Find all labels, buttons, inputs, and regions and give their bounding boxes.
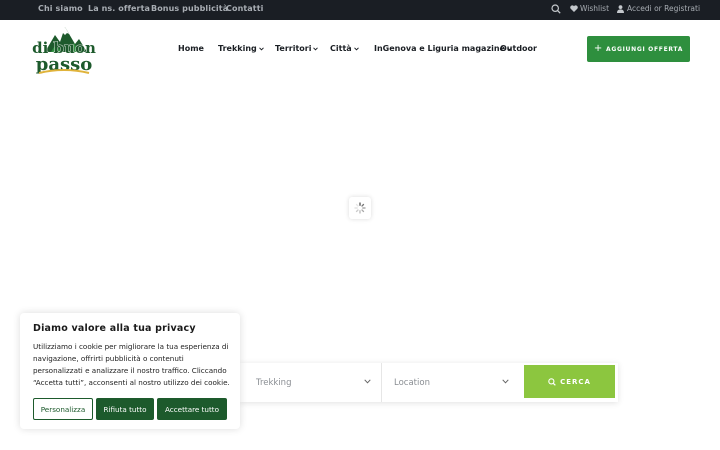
topbar-link-bonus[interactable]: Bonus pubblicità [151, 4, 228, 13]
nav-item-territori[interactable]: Territori [275, 44, 319, 53]
user-icon [617, 4, 624, 13]
category-select[interactable]: Trekking [256, 363, 381, 402]
chevron-down-icon [502, 379, 509, 384]
field-divider [381, 363, 382, 402]
topbar-link-contatti[interactable]: Contatti [226, 4, 263, 13]
cookie-title: Diamo valore alla tua privacy [33, 323, 196, 334]
wishlist-link[interactable]: Wishlist [570, 4, 609, 13]
account-label: Accedi or Registrati [627, 4, 701, 13]
nav-label: Città [330, 44, 352, 53]
nav-label: Outdoor [500, 44, 537, 53]
nav-label: Home [178, 44, 204, 53]
spinner-icon [354, 202, 366, 214]
cookie-consent-banner: Diamo valore alla tua privacy Utilizziam… [20, 313, 240, 429]
nav-item-outdoor[interactable]: Outdoor [500, 44, 537, 53]
location-placeholder: Location [394, 377, 430, 388]
search-submit-label: CERCA [560, 377, 591, 386]
chevron-down-icon [313, 47, 319, 51]
add-offer-button[interactable]: + AGGIUNGI OFFERTA [587, 36, 690, 62]
account-link[interactable]: Accedi or Registrati [617, 4, 700, 13]
plus-icon: + [593, 43, 603, 54]
cookie-accept-button[interactable]: Accettare tutto [157, 398, 227, 420]
nav-item-citta[interactable]: Città [330, 44, 359, 53]
chevron-down-icon [353, 47, 359, 51]
category-value: Trekking [256, 377, 292, 388]
site-logo[interactable]: di buon passo [31, 22, 97, 76]
search-icon [548, 377, 556, 386]
topbar-link-offerta[interactable]: La ns. offerta [88, 4, 150, 13]
topbar-link-chi-siamo[interactable]: Chi siamo [38, 4, 83, 13]
cookie-customize-button[interactable]: Personalizza [33, 398, 93, 420]
loading-spinner [349, 197, 371, 219]
nav-item-trekking[interactable]: Trekking [218, 44, 264, 53]
wishlist-label: Wishlist [580, 4, 610, 13]
search-icon[interactable] [551, 4, 561, 14]
chevron-down-icon [364, 379, 371, 384]
search-submit-button[interactable]: CERCA [524, 365, 615, 398]
add-offer-label: AGGIUNGI OFFERTA [606, 45, 684, 53]
location-select[interactable]: Location [394, 363, 519, 402]
nav-label: Territori [275, 44, 312, 53]
heart-icon [570, 5, 578, 12]
nav-item-home[interactable]: Home [178, 44, 204, 53]
nav-label: Trekking [218, 44, 257, 53]
chevron-down-icon [258, 47, 264, 51]
cookie-reject-button[interactable]: Rifiuta tutto [96, 398, 154, 420]
cookie-text: Utilizziamo i cookie per migliorare la t… [33, 342, 230, 388]
nav-item-magazine[interactable]: InGenova e Liguria magazine [374, 44, 512, 53]
top-bar: Chi siamo La ns. offerta Bonus pubblicit… [0, 0, 720, 20]
nav-label: InGenova e Liguria magazine [374, 44, 505, 53]
